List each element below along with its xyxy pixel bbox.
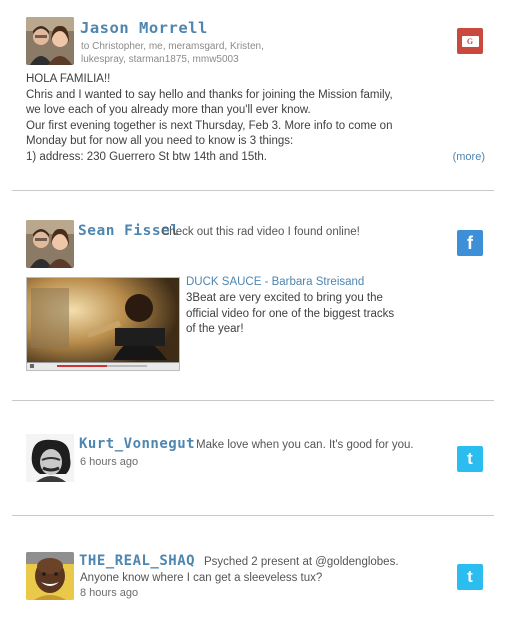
facebook-glyph: f bbox=[467, 232, 473, 253]
post-body: HOLA FAMILIA!! Chris and I wanted to say… bbox=[26, 72, 416, 166]
post-timestamp: 8 hours ago bbox=[80, 587, 139, 599]
twitter-glyph: t bbox=[467, 449, 473, 468]
avatar[interactable] bbox=[26, 220, 74, 268]
post-timestamp: 6 hours ago bbox=[80, 456, 139, 468]
body-line: Chris and I wanted to say hello and than… bbox=[26, 88, 393, 101]
feed-item-facebook: Sean Fissel Check out this rad video I f… bbox=[0, 191, 509, 401]
post-author[interactable]: THE_REAL_SHAQ bbox=[79, 553, 195, 569]
post-message: Psyched 2 present at @goldenglobes. bbox=[204, 556, 399, 568]
feed-item-twitter: THE_REAL_SHAQ Psyched 2 present at @gold… bbox=[0, 516, 509, 625]
post-message: Anyone know where I can get a sleeveless… bbox=[80, 572, 323, 584]
more-link[interactable]: (more) bbox=[453, 151, 485, 163]
avatar[interactable] bbox=[26, 434, 74, 482]
video-thumbnail[interactable] bbox=[26, 277, 180, 371]
body-line: HOLA FAMILIA!! bbox=[26, 73, 111, 85]
post-recipients: to Christopher, me, meramsgard, Kristen,… bbox=[81, 41, 264, 65]
body-line: we love each of you already more than yo… bbox=[26, 104, 311, 117]
avatar[interactable] bbox=[26, 552, 74, 600]
feed-item-twitter: Kurt_Vonnegut Make love when you can. It… bbox=[0, 401, 509, 516]
gmail-icon[interactable]: G bbox=[457, 28, 483, 54]
twitter-icon[interactable]: t bbox=[457, 564, 483, 590]
video-title-link[interactable]: DUCK SAUCE - Barbara Streisand bbox=[186, 276, 364, 288]
video-description: 3Beat are very excited to bring you the … bbox=[186, 292, 395, 335]
body-line: 1) address: 230 Guerrero St btw 14th and… bbox=[26, 150, 268, 163]
avatar[interactable] bbox=[26, 17, 74, 65]
twitter-glyph: t bbox=[467, 567, 473, 586]
post-message: Make love when you can. It's good for yo… bbox=[196, 439, 414, 451]
post-message: Check out this rad video I found online! bbox=[161, 226, 360, 238]
twitter-icon[interactable]: t bbox=[457, 446, 483, 472]
body-line: Our first evening together is next Thurs… bbox=[26, 119, 393, 132]
post-author[interactable]: Kurt_Vonnegut bbox=[79, 436, 195, 452]
facebook-icon[interactable]: f bbox=[457, 230, 483, 256]
post-author[interactable]: Jason Morrell bbox=[80, 19, 208, 37]
gmail-glyph: G bbox=[461, 35, 479, 47]
feed-item-email: Jason Morrell to Christopher, me, merams… bbox=[0, 0, 509, 190]
body-line: Monday but for now all you need to know … bbox=[26, 135, 294, 148]
